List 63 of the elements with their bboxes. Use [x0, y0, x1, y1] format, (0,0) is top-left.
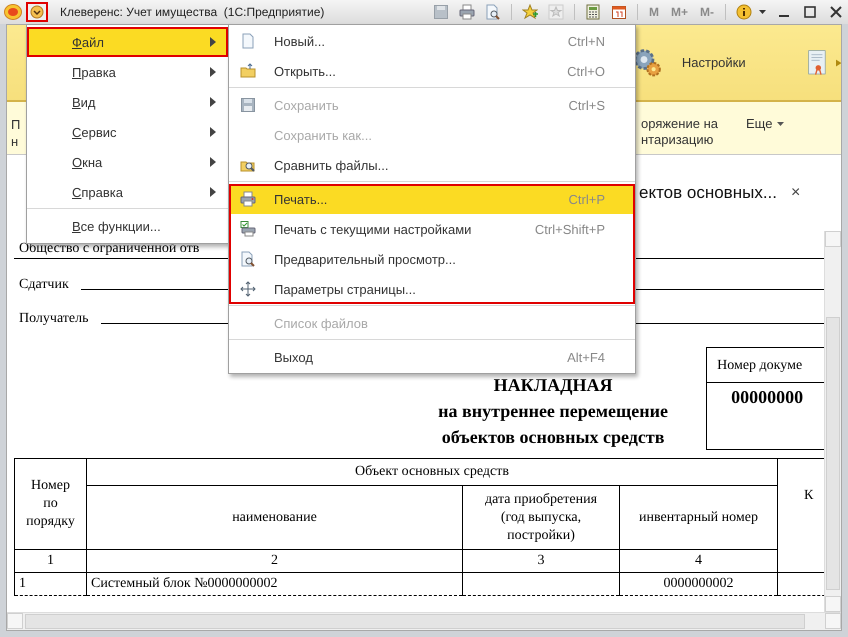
menu-item[interactable]: Правка: [27, 57, 228, 87]
document-heading: НАКЛАДНАЯ: [492, 374, 614, 397]
preview-icon[interactable]: [484, 4, 501, 20]
caret-icon[interactable]: [759, 10, 766, 14]
document-heading: объектов основных средств: [440, 426, 666, 449]
menu-item[interactable]: Выход Alt+F4: [229, 342, 635, 372]
table-cell: 1: [14, 572, 86, 596]
group-header: Объект основных средств: [86, 458, 778, 486]
menu-item[interactable]: Справка: [27, 177, 228, 207]
column-header: дата приобретения (год выпуска, постройки): [462, 486, 620, 550]
submenu-arrow-icon: [210, 127, 216, 137]
document-title: ектов основных...: [639, 183, 777, 203]
column-number: 2: [86, 550, 462, 572]
receiver-label: Получатель: [19, 311, 89, 327]
caret-icon: [777, 122, 784, 126]
document-icon: [240, 33, 256, 49]
maximize-icon[interactable]: [802, 4, 818, 20]
folder-icon: [240, 63, 256, 79]
horizontal-scrollbar[interactable]: [7, 612, 841, 630]
table-cell: Системный блок №0000000002: [86, 572, 462, 596]
star-icon[interactable]: [548, 4, 564, 20]
menu-item[interactable]: Новый... Ctrl+N: [229, 26, 635, 56]
logo-icon: [4, 4, 22, 20]
floppy-icon: [240, 97, 256, 113]
menu-item[interactable]: Вид: [27, 87, 228, 117]
menu-item[interactable]: Сравнить файлы...: [229, 150, 635, 180]
printer-icon: [240, 191, 256, 207]
doc-number: 00000000: [730, 386, 804, 409]
submenu-arrow-icon: [210, 157, 216, 167]
document-heading: на внутреннее перемещение: [437, 400, 669, 423]
submenu-arrow-icon: [210, 67, 216, 77]
scroll-right-icon[interactable]: [836, 58, 841, 68]
submenu-arrow-icon: [210, 97, 216, 107]
calculator-icon[interactable]: [584, 4, 601, 20]
submenu-arrow-icon: [210, 187, 216, 197]
table-cell: 0000000002: [620, 572, 778, 596]
vertical-scrollbar[interactable]: [824, 231, 841, 612]
section-label[interactable]: Настройки: [682, 55, 746, 70]
close-document-button[interactable]: ×: [791, 184, 800, 202]
move-icon: [240, 281, 256, 297]
command-link[interactable]: оряжение на нтаризацию: [641, 116, 718, 148]
menu-item[interactable]: Сервис: [27, 117, 228, 147]
column-number: 1: [14, 550, 86, 572]
printer-check-icon: [240, 221, 256, 237]
menu-item[interactable]: Окна: [27, 147, 228, 177]
sender-label: Сдатчик: [19, 277, 69, 293]
column-header: наименование: [86, 486, 462, 550]
menu-item[interactable]: Параметры страницы...: [229, 274, 635, 304]
column-header: Номер по порядку: [14, 458, 86, 550]
preview-icon: [240, 251, 256, 267]
menu-item[interactable]: Файл: [27, 27, 228, 57]
submenu-arrow-icon: [210, 37, 216, 47]
info-icon[interactable]: [736, 4, 752, 20]
main-menu-button[interactable]: [26, 2, 48, 22]
calendar-icon[interactable]: [610, 4, 627, 20]
column-number: 3: [462, 550, 620, 572]
star-add-icon[interactable]: [522, 4, 538, 20]
more-button[interactable]: Еще: [746, 116, 784, 131]
printer-icon[interactable]: [458, 4, 475, 20]
menu-item[interactable]: Печать... Ctrl+P: [229, 184, 635, 214]
window-title: Клеверенс: Учет имущества (1С:Предприятие): [60, 5, 326, 19]
menu-item[interactable]: Открыть... Ctrl+O: [229, 56, 635, 86]
close-icon[interactable]: [828, 4, 844, 20]
